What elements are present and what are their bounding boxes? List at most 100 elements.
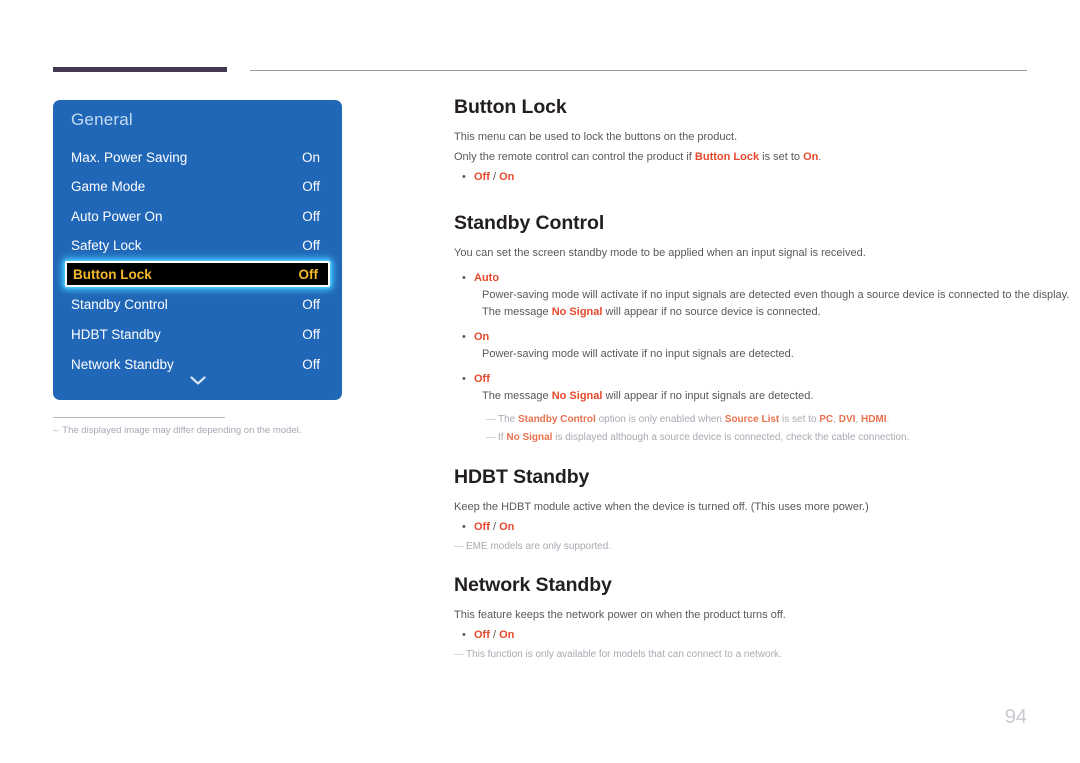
text-fragment: .: [886, 413, 890, 425]
bullet-icon: •: [462, 520, 466, 533]
option-group: Off / On: [474, 169, 514, 186]
osd-row-standby-control[interactable]: Standby Control Off: [65, 292, 330, 316]
note-dash-icon: —: [486, 432, 496, 444]
header-divider-line: [250, 70, 1027, 71]
left-footnote: – The displayed image may differ dependin…: [53, 425, 383, 436]
osd-row-button-lock[interactable]: Button Lock Off: [65, 261, 330, 287]
highlight-source-list: Source List: [724, 413, 780, 425]
osd-row-label: Auto Power On: [71, 208, 163, 224]
standby-control-auto-line-2: The message No Signal will appear if no …: [454, 304, 1044, 321]
text-fragment: The message: [482, 390, 552, 403]
network-standby-options: • Off / On: [454, 627, 1044, 644]
standby-control-note-1: — The Standby Control option is only ena…: [454, 412, 1044, 428]
button-lock-paragraph-1: This menu can be used to lock the button…: [454, 131, 738, 143]
standby-control-option-off: • Off: [454, 371, 1044, 388]
osd-row-max-power-saving[interactable]: Max. Power Saving On: [65, 145, 330, 169]
left-footnote-dash: –: [53, 425, 59, 436]
text-fragment: will appear if no input signals are dete…: [602, 390, 814, 403]
text-fragment: .: [818, 151, 822, 164]
note-dash-icon: —: [486, 413, 496, 425]
osd-row-label: Game Mode: [71, 178, 146, 194]
osd-row-network-standby[interactable]: Network Standby Off: [65, 352, 330, 376]
highlight-on: On: [803, 151, 819, 164]
network-standby-paragraph-1: This feature keeps the network power on …: [454, 609, 786, 622]
osd-row-value: Off: [302, 178, 320, 194]
option-group: Off / On: [474, 519, 514, 536]
osd-row-hdbt-standby[interactable]: HDBT Standby Off: [65, 322, 330, 346]
option-on: On: [474, 331, 490, 344]
hdbt-standby-note-1: — EME models are only supported.: [454, 539, 1044, 555]
standby-control-auto-line-1: Power-saving mode will activate if no in…: [482, 289, 1070, 302]
highlight-hdmi: HDMI: [860, 413, 887, 425]
left-footnote-text: The displayed image may differ depending…: [62, 425, 302, 436]
hdbt-standby-paragraph-1: Keep the HDBT module active when the dev…: [454, 500, 869, 513]
highlight-standby-control: Standby Control: [518, 413, 596, 425]
option-on: On: [499, 171, 515, 184]
header-accent-bar: [53, 67, 227, 72]
note-text: The Standby Control option is only enabl…: [498, 412, 889, 428]
highlight-button-lock: Button Lock: [694, 151, 760, 164]
option-off: Off: [474, 171, 490, 184]
osd-row-value: Off: [298, 266, 319, 282]
note-dash-icon: —: [454, 540, 464, 552]
page-number: 94: [1004, 706, 1027, 728]
standby-control-option-auto: • Auto: [454, 270, 1044, 287]
osd-row-game-mode[interactable]: Game Mode Off: [65, 174, 330, 198]
osd-row-value: Off: [302, 296, 320, 312]
standby-control-off-line-1: The message No Signal will appear if no …: [454, 388, 1044, 405]
option-off: Off: [474, 629, 490, 642]
bullet-icon: •: [462, 171, 466, 184]
osd-row-value: Off: [302, 326, 320, 342]
section-title-hdbt-standby: HDBT Standby: [454, 465, 590, 488]
option-separator: /: [489, 171, 500, 184]
note-text: EME models are only supported.: [466, 540, 612, 552]
bullet-icon: •: [462, 373, 466, 386]
osd-row-label: Button Lock: [73, 266, 152, 282]
note-text: If No Signal is displayed although a sou…: [498, 430, 909, 446]
section-title-standby-control: Standby Control: [454, 212, 605, 235]
section-title-network-standby: Network Standby: [454, 574, 612, 597]
highlight-no-signal: No Signal: [551, 306, 603, 319]
option-group: Off / On: [474, 627, 514, 644]
chevron-down-icon[interactable]: [53, 375, 342, 388]
osd-row-label: Max. Power Saving: [71, 149, 188, 165]
button-lock-paragraph-2: Only the remote control can control the …: [454, 149, 1044, 166]
osd-row-value: On: [301, 149, 320, 165]
osd-menu-panel: General Max. Power Saving On Game Mode O…: [53, 100, 342, 400]
osd-menu-title: General: [71, 110, 133, 129]
osd-row-label: HDBT Standby: [71, 326, 161, 342]
osd-row-value: Off: [302, 208, 320, 224]
standby-control-option-on: • On: [454, 329, 1044, 346]
option-off: Off: [474, 520, 490, 533]
osd-row-safety-lock[interactable]: Safety Lock Off: [65, 233, 330, 257]
standby-control-note-2: — If No Signal is displayed although a s…: [454, 430, 1044, 446]
osd-row-auto-power-on[interactable]: Auto Power On Off: [65, 204, 330, 228]
content-column: Button Lock This menu can be used to loc…: [454, 96, 1070, 663]
highlight-no-signal: No Signal: [506, 432, 553, 444]
note-dash-icon: —: [454, 649, 464, 661]
osd-row-label: Safety Lock: [71, 237, 142, 253]
text-fragment: option is only enabled when: [595, 413, 725, 425]
button-lock-options: • Off / On: [454, 169, 1044, 186]
text-fragment: is set to: [759, 151, 804, 164]
text-fragment: will appear if no source device is conne…: [602, 306, 821, 319]
osd-row-label: Network Standby: [71, 356, 174, 372]
note-text: This function is only available for mode…: [466, 649, 782, 661]
text-fragment: is set to: [779, 413, 820, 425]
option-off: Off: [474, 373, 490, 386]
option-separator: /: [489, 520, 500, 533]
option-on: On: [499, 629, 515, 642]
bullet-icon: •: [462, 331, 466, 344]
option-on: On: [499, 520, 515, 533]
page-header-rules: [0, 0, 1080, 90]
standby-control-on-line-1: Power-saving mode will activate if no in…: [482, 348, 794, 361]
highlight-pc: PC: [819, 413, 834, 425]
highlight-dvi: DVI: [838, 413, 856, 425]
text-fragment: The message: [482, 306, 552, 319]
highlight-no-signal: No Signal: [551, 390, 603, 403]
section-title-button-lock: Button Lock: [454, 96, 567, 118]
standby-control-paragraph-1: You can set the screen standby mode to b…: [454, 247, 866, 260]
option-auto: Auto: [474, 272, 500, 285]
osd-row-label: Standby Control: [71, 296, 168, 312]
left-note-divider: [53, 417, 225, 418]
